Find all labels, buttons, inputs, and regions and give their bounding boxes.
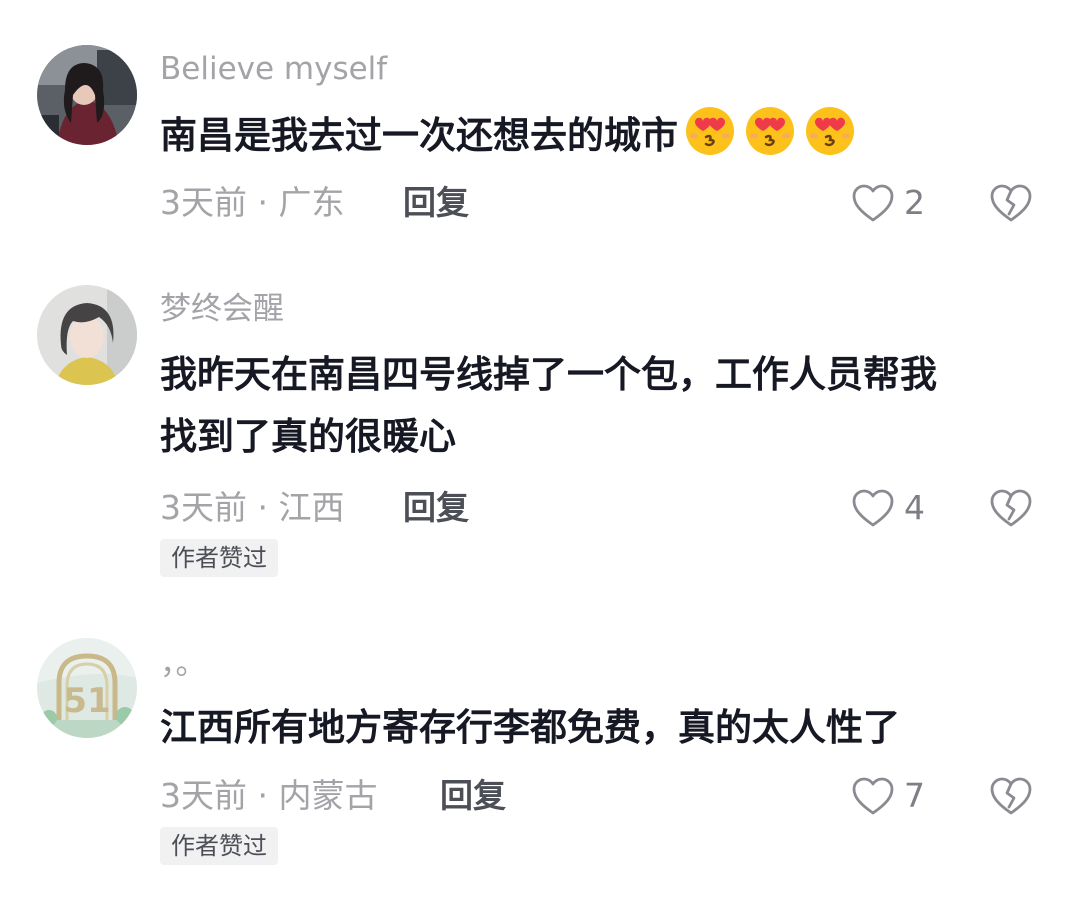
reply-button[interactable]: 回复 bbox=[440, 776, 506, 816]
comment-text: 南昌是我去过一次还想去的城市 bbox=[160, 104, 1030, 167]
comment-time-location: 3天前 · 广东 bbox=[160, 183, 345, 222]
avatar-photo-icon bbox=[37, 285, 137, 385]
avatar[interactable] bbox=[37, 45, 137, 145]
broken-heart-icon bbox=[990, 777, 1032, 815]
avatar-photo-icon bbox=[37, 45, 137, 145]
author-liked-badge: 作者赞过 bbox=[160, 539, 278, 577]
comment-text: 我昨天在南昌四号线掉了一个包，工作人员帮我 找到了真的很暖心 bbox=[160, 344, 1030, 468]
heart-eyes-kiss-emoji-icon bbox=[684, 104, 736, 156]
comment-list: Believe myself 南昌是我去过一次还想去的城市 3天前 · 广东 回… bbox=[0, 0, 1080, 900]
comment-text: 江西所有地方寄存行李都免费，真的太人性了 bbox=[160, 706, 900, 749]
heart-outline-icon bbox=[852, 777, 894, 815]
reply-button[interactable]: 回复 bbox=[403, 183, 469, 223]
heart-eyes-kiss-emoji-icon bbox=[744, 104, 796, 156]
comment-text-line: 找到了真的很暖心 bbox=[160, 415, 456, 458]
like-count: 7 bbox=[904, 776, 925, 815]
dislike-button[interactable] bbox=[988, 182, 1034, 224]
broken-heart-icon bbox=[990, 184, 1032, 222]
author-liked-badge: 作者赞过 bbox=[160, 827, 278, 865]
comment-username[interactable]: Believe myself bbox=[160, 49, 387, 89]
comment-username[interactable]: 梦终会醒 bbox=[160, 289, 284, 329]
like-button[interactable]: 2 bbox=[850, 182, 925, 224]
broken-heart-icon bbox=[990, 489, 1032, 527]
emoji-row bbox=[684, 104, 864, 156]
avatar[interactable]: 51 bbox=[37, 638, 137, 738]
comment-time-location: 3天前 · 江西 bbox=[160, 488, 345, 527]
comment-text-line: 我昨天在南昌四号线掉了一个包，工作人员帮我 bbox=[160, 353, 937, 396]
avatar-photo-icon: 51 bbox=[37, 638, 137, 738]
reply-button[interactable]: 回复 bbox=[403, 488, 469, 528]
like-button[interactable]: 4 bbox=[850, 487, 925, 529]
comment-time-location: 3天前 · 内蒙古 bbox=[160, 776, 378, 815]
heart-outline-icon bbox=[852, 489, 894, 527]
avatar[interactable] bbox=[37, 285, 137, 385]
heart-outline-icon bbox=[852, 184, 894, 222]
comment-text-body: 南昌是我去过一次还想去的城市 bbox=[160, 114, 678, 157]
svg-text:51: 51 bbox=[63, 681, 110, 721]
dislike-button[interactable] bbox=[988, 775, 1034, 817]
dislike-button[interactable] bbox=[988, 487, 1034, 529]
comment-username[interactable]: ，。 bbox=[160, 644, 207, 684]
like-button[interactable]: 7 bbox=[850, 775, 925, 817]
like-count: 4 bbox=[904, 488, 925, 527]
heart-eyes-kiss-emoji-icon bbox=[804, 104, 856, 156]
like-count: 2 bbox=[904, 183, 925, 222]
